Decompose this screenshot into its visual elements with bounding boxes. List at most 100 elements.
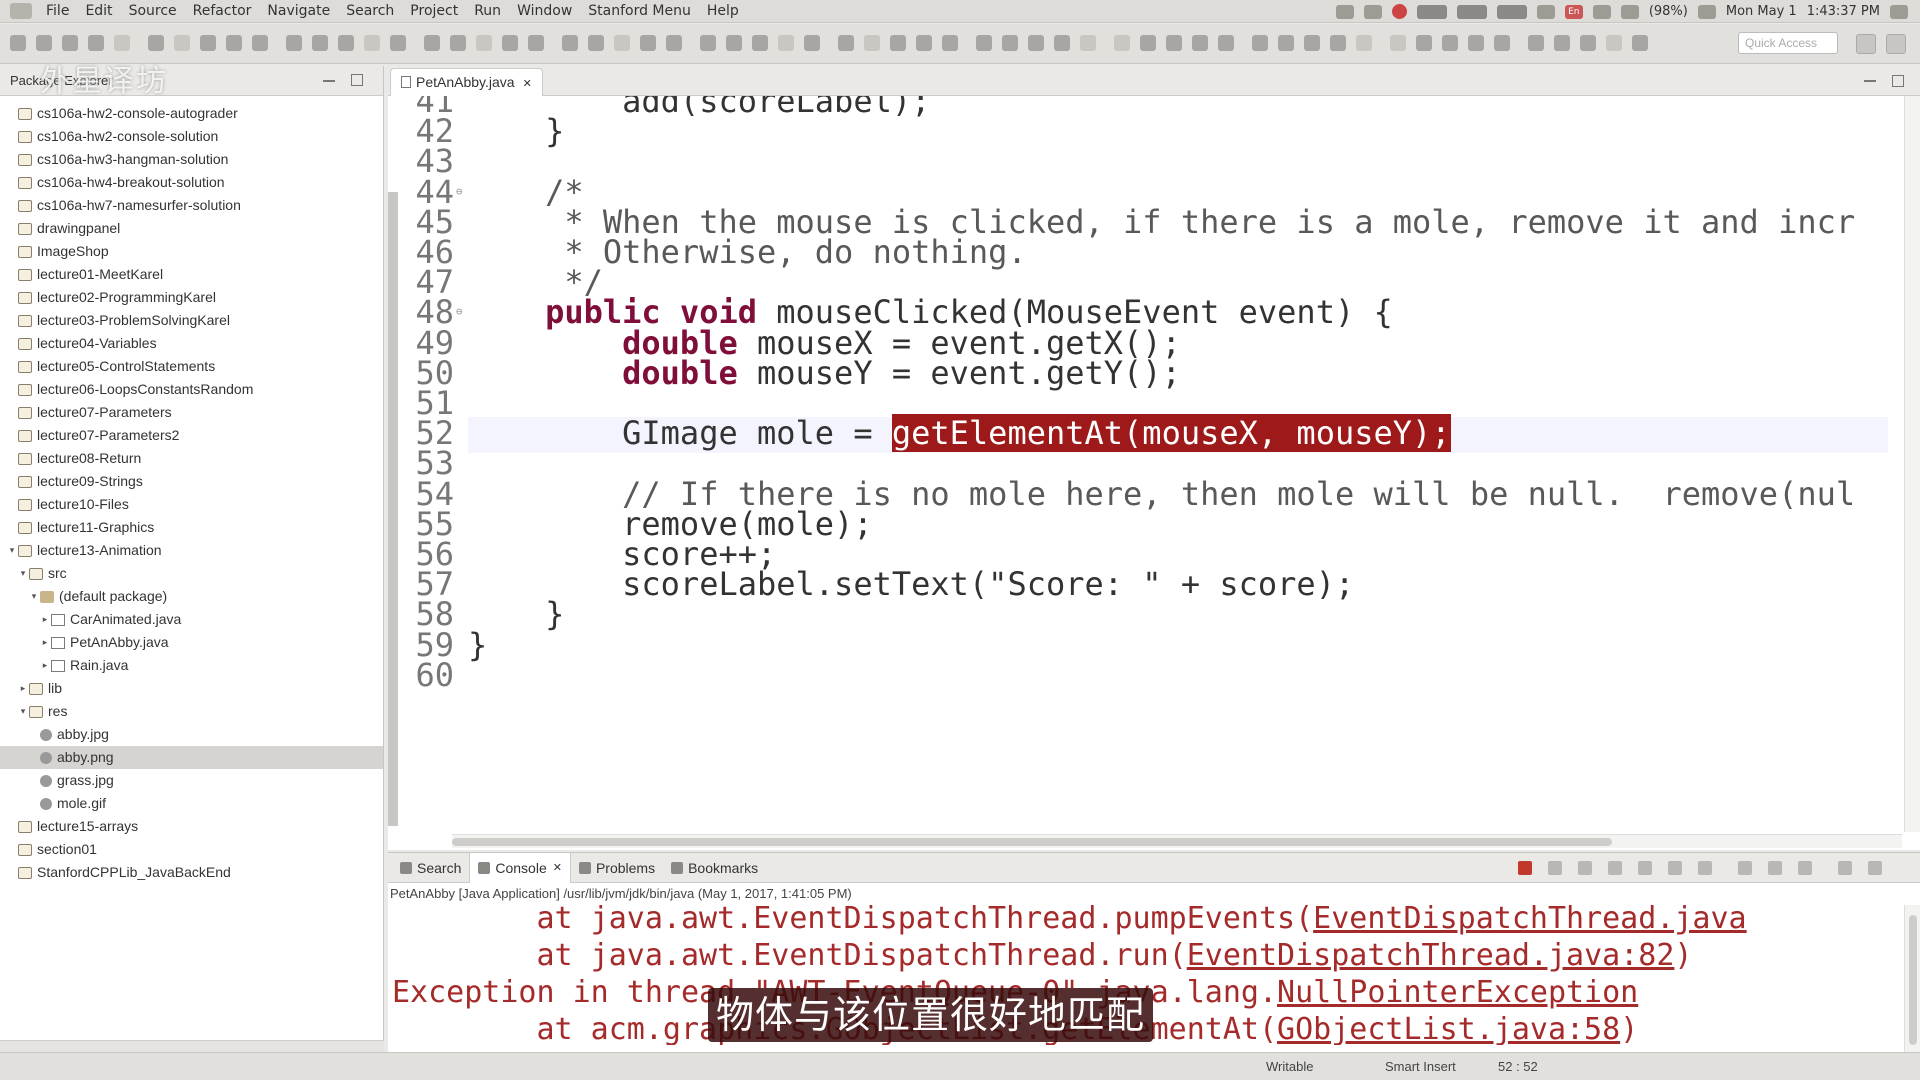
print-icon[interactable]: [1192, 35, 1208, 51]
nav-back-icon[interactable]: [502, 35, 518, 51]
tree-item[interactable]: lecture02-ProgrammingKarel: [0, 286, 383, 309]
external-tools-icon[interactable]: [726, 35, 742, 51]
tab-bookmarks[interactable]: Bookmarks: [663, 853, 766, 883]
search-icon[interactable]: [226, 35, 242, 51]
forward-icon[interactable]: [286, 35, 302, 51]
tree-item[interactable]: grass.jpg: [0, 769, 383, 792]
back-icon[interactable]: [252, 35, 268, 51]
tree-item[interactable]: lecture07-Parameters: [0, 401, 383, 424]
console-line[interactable]: at java.awt.EventDispatchThread.pumpEven…: [392, 905, 1746, 936]
pin-icon[interactable]: [1554, 35, 1570, 51]
menu-source[interactable]: Source: [121, 3, 185, 19]
save-all-icon[interactable]: [1166, 35, 1182, 51]
tree-item[interactable]: ▸ lib: [0, 677, 383, 700]
console-line[interactable]: at java.awt.EventDispatchThread.run(Even…: [392, 938, 1692, 973]
java-perspective-icon[interactable]: [1886, 34, 1906, 54]
debug-icon[interactable]: [666, 35, 682, 51]
tree-item[interactable]: lecture01-MeetKarel: [0, 263, 383, 286]
tree-item[interactable]: cs106a-hw2-console-solution: [0, 125, 383, 148]
nav-forward-icon[interactable]: [1632, 35, 1648, 51]
run-icon[interactable]: [148, 35, 164, 51]
tab-problems[interactable]: Problems: [571, 853, 663, 883]
open-console-icon[interactable]: [1798, 861, 1812, 875]
stacktrace-link[interactable]: EventDispatchThread.java:82: [1187, 938, 1675, 973]
close-tab-icon[interactable]: ✕: [553, 861, 562, 874]
tree-item[interactable]: cs106a-hw7-namesurfer-solution: [0, 194, 383, 217]
last-edit-icon[interactable]: [476, 35, 492, 51]
next-annotation-icon[interactable]: [390, 35, 406, 51]
prev-annotation-icon[interactable]: [976, 35, 992, 51]
clock-label[interactable]: 1:43:37 PM: [1807, 4, 1880, 19]
tree-item[interactable]: drawingpanel: [0, 217, 383, 240]
clear-console-icon[interactable]: [1608, 861, 1622, 875]
minimize-icon[interactable]: [323, 80, 335, 82]
debug-icon[interactable]: [114, 35, 130, 51]
close-tab-icon[interactable]: ✕: [523, 78, 532, 90]
network-icon[interactable]: [1536, 4, 1555, 19]
tree-item[interactable]: ▾ res: [0, 700, 383, 723]
tree-item[interactable]: StanfordCPPLib_JavaBackEnd: [0, 861, 383, 884]
tree-item[interactable]: ▸ CarAnimated.java: [0, 608, 383, 631]
tree-item[interactable]: ImageShop: [0, 240, 383, 263]
save-all-icon[interactable]: [614, 35, 630, 51]
next-annotation-icon[interactable]: [1494, 35, 1510, 51]
tree-item[interactable]: ▸ Rain.java: [0, 654, 383, 677]
menu-search[interactable]: Search: [338, 3, 402, 19]
gear-icon[interactable]: [1890, 4, 1908, 19]
battery-icon[interactable]: [1620, 4, 1639, 19]
collapse-arrow-icon[interactable]: ▾: [6, 539, 18, 562]
new-icon[interactable]: [1114, 35, 1130, 51]
tree-item[interactable]: lecture07-Parameters2: [0, 424, 383, 447]
debug-icon[interactable]: [1218, 35, 1234, 51]
toggle-mark-icon[interactable]: [916, 35, 932, 51]
code-line[interactable]: GImage mole = getElementAt(mouseX, mouse…: [468, 414, 1451, 453]
stop-icon[interactable]: [1391, 4, 1407, 19]
vertical-scrollbar[interactable]: [1904, 905, 1920, 1053]
editor-tab-petanabby[interactable]: PetAnAbby.java ✕: [390, 68, 543, 96]
run-icon[interactable]: [700, 35, 716, 51]
pin-icon[interactable]: [1002, 35, 1018, 51]
minimize-icon[interactable]: [1838, 861, 1852, 875]
menu-edit[interactable]: Edit: [77, 3, 120, 19]
fold-toggle-icon[interactable]: ⊖: [456, 185, 463, 198]
tree-item[interactable]: cs106a-hw2-console-autograder: [0, 102, 383, 125]
quick-access-input[interactable]: Quick Access: [1738, 32, 1838, 54]
code-line[interactable]: }: [468, 112, 564, 150]
tree-item[interactable]: lecture11-Graphics: [0, 516, 383, 539]
tree-item[interactable]: ▾ lecture13-Animation: [0, 539, 383, 562]
fold-toggle-icon[interactable]: ⊖: [456, 305, 463, 318]
horizontal-scrollbar[interactable]: [452, 834, 1902, 848]
last-edit-icon[interactable]: [1580, 35, 1596, 51]
menu-project[interactable]: Project: [402, 3, 466, 19]
tree-item[interactable]: abby.jpg: [0, 723, 383, 746]
nav-forward-icon[interactable]: [1080, 35, 1096, 51]
tree-item[interactable]: lecture03-ProblemSolvingKarel: [0, 309, 383, 332]
pin-icon[interactable]: [450, 35, 466, 51]
scrollbar-thumb[interactable]: [452, 838, 1612, 846]
expand-arrow-icon[interactable]: ▸: [39, 631, 51, 654]
build-icon[interactable]: [1304, 35, 1320, 51]
run-icon[interactable]: [1252, 35, 1268, 51]
tree-item[interactable]: lecture08-Return: [0, 447, 383, 470]
open-task-icon[interactable]: [890, 35, 906, 51]
back-icon[interactable]: [1356, 35, 1372, 51]
open-type-icon[interactable]: [1416, 35, 1432, 51]
tree-item[interactable]: section01: [0, 838, 383, 861]
save-icon[interactable]: [1140, 35, 1156, 51]
stacktrace-link[interactable]: EventDispatchThread.java: [1313, 905, 1746, 936]
open-type-icon[interactable]: [864, 35, 880, 51]
menu-stanford-menu[interactable]: Stanford Menu: [580, 3, 699, 19]
build-icon[interactable]: [752, 35, 768, 51]
tree-item[interactable]: lecture15-arrays: [0, 815, 383, 838]
maximize-icon[interactable]: [1892, 75, 1904, 87]
back-icon[interactable]: [804, 35, 820, 51]
tree-item[interactable]: lecture10-Files: [0, 493, 383, 516]
maximize-icon[interactable]: [351, 74, 363, 86]
pin-console-icon[interactable]: [1738, 861, 1752, 875]
tree-item[interactable]: abby.png: [0, 746, 383, 769]
remove-all-icon[interactable]: [1578, 861, 1592, 875]
expand-arrow-icon[interactable]: ▸: [39, 608, 51, 631]
scrollbar-thumb[interactable]: [1909, 915, 1917, 1045]
maximize-icon[interactable]: [1868, 861, 1882, 875]
menu-window[interactable]: Window: [509, 3, 580, 19]
